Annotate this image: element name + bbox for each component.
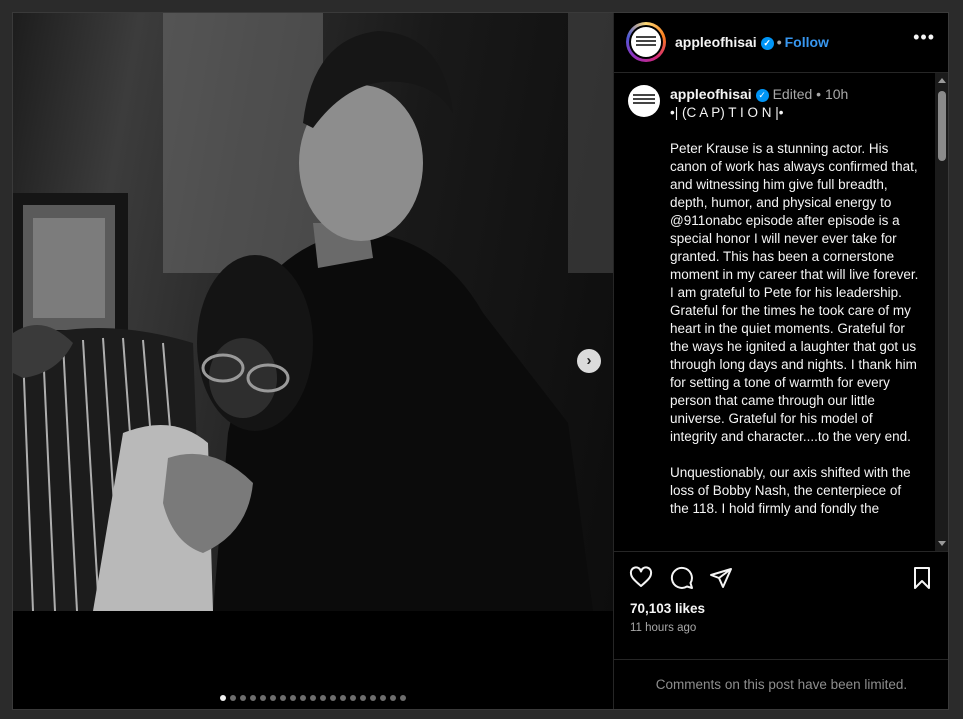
- carousel-dot: [260, 694, 266, 701]
- carousel-dot: [230, 694, 236, 701]
- caption-avatar[interactable]: [628, 85, 660, 117]
- carousel-dot: [280, 694, 286, 701]
- carousel-dot: [220, 694, 226, 701]
- caption-time: 10h: [824, 86, 849, 102]
- carousel-dot: [240, 694, 246, 701]
- carousel-dot: [250, 694, 256, 701]
- scroll-down-icon[interactable]: [938, 541, 946, 546]
- post-header: appleofhisai ✓ • Follow •••: [614, 13, 948, 73]
- bookmark-icon[interactable]: [910, 566, 934, 590]
- post-media: ›: [13, 13, 613, 709]
- avatar[interactable]: [626, 22, 666, 62]
- caption-text: •| (C A P) T I O N |• Peter Krause is a …: [670, 105, 919, 516]
- share-icon[interactable]: [709, 566, 733, 590]
- next-slide-button[interactable]: ›: [577, 349, 601, 373]
- carousel-dot: [360, 694, 366, 701]
- carousel-dot: [390, 694, 396, 701]
- scroll-thumb[interactable]: [938, 91, 946, 161]
- comments-scrollbar[interactable]: [935, 73, 948, 551]
- post-timestamp[interactable]: 11 hours ago: [630, 622, 696, 634]
- username-link[interactable]: appleofhisai: [675, 34, 757, 50]
- post-sidebar: appleofhisai ✓ • Follow ••• appleofhisai ✓ E…: [613, 13, 948, 709]
- carousel-dot: [330, 694, 336, 701]
- carousel-dot: [380, 694, 386, 701]
- post-photo[interactable]: ›: [13, 13, 613, 611]
- separator: •: [816, 86, 825, 102]
- verified-icon: ✓: [755, 89, 769, 102]
- edited-label: Edited: [772, 86, 813, 102]
- carousel-dot: [310, 694, 316, 701]
- separator: •: [776, 34, 782, 50]
- more-options-icon[interactable]: •••: [913, 27, 935, 48]
- post-modal: › appleofhisai ✓ • Follow ••• appleofhisai ✓…: [12, 12, 949, 710]
- carousel-dot: [320, 694, 326, 701]
- comments-limited-notice: Comments on this post have been limited.: [614, 659, 948, 692]
- scroll-up-icon[interactable]: [938, 78, 946, 83]
- verified-icon: ✓: [760, 37, 774, 50]
- carousel-dot: [340, 694, 346, 701]
- comments-section: appleofhisai ✓ Edited • 10h •| (C A P) T …: [614, 73, 948, 552]
- carousel-dot: [270, 694, 276, 701]
- post-author: appleofhisai ✓ • Follow: [675, 34, 829, 50]
- comment-icon[interactable]: [670, 566, 694, 590]
- follow-button[interactable]: Follow: [785, 34, 829, 50]
- carousel-dot: [290, 694, 296, 701]
- carousel-dot: [300, 694, 306, 701]
- caption-header: appleofhisai ✓ Edited • 10h: [670, 86, 848, 102]
- carousel-dot: [400, 694, 406, 701]
- heart-icon[interactable]: [629, 566, 653, 590]
- caption-username[interactable]: appleofhisai: [670, 86, 752, 102]
- carousel-indicator: [13, 689, 613, 707]
- likes-count[interactable]: 70,103 likes: [630, 601, 705, 616]
- carousel-dot: [350, 694, 356, 701]
- carousel-dot: [370, 694, 376, 701]
